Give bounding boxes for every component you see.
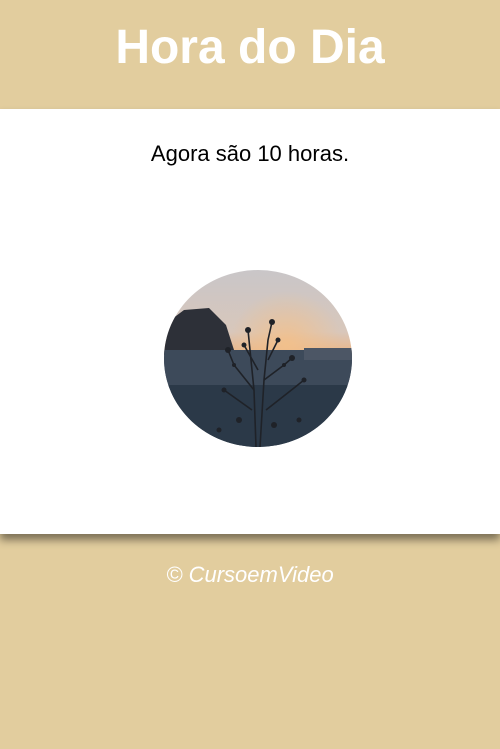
page-header: Hora do Dia <box>0 0 500 109</box>
page-footer: © CursoemVideo <box>0 534 500 588</box>
time-of-day-photo <box>164 270 352 447</box>
main-card: Agora são 10 horas. <box>0 109 500 534</box>
page-title: Hora do Dia <box>115 21 385 74</box>
copyright-text: © CursoemVideo <box>166 562 334 587</box>
time-message: Agora são 10 horas. <box>150 141 350 166</box>
